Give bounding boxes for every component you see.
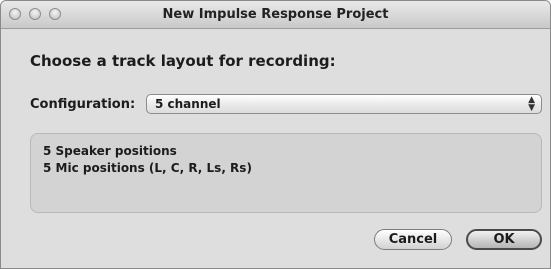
info-panel: 5 Speaker positions 5 Mic positions (L, … xyxy=(30,133,542,213)
mic-positions-text: 5 Mic positions (L, C, R, Ls, Rs) xyxy=(43,161,252,175)
title-bar[interactable]: New Impulse Response Project xyxy=(1,1,550,29)
ok-button[interactable]: OK xyxy=(466,229,542,250)
configuration-value: 5 channel xyxy=(155,97,221,111)
configuration-label: Configuration: xyxy=(30,97,136,112)
updown-arrows-icon: ▲ ▼ xyxy=(528,95,535,113)
cancel-button[interactable]: Cancel xyxy=(374,229,452,250)
speaker-positions-text: 5 Speaker positions xyxy=(43,144,177,158)
configuration-popup[interactable]: 5 channel ▲ ▼ xyxy=(146,94,542,114)
window-title: New Impulse Response Project xyxy=(162,7,389,22)
dialog-heading: Choose a track layout for recording: xyxy=(30,52,336,70)
dialog-window: New Impulse Response Project Choose a tr… xyxy=(0,0,551,269)
